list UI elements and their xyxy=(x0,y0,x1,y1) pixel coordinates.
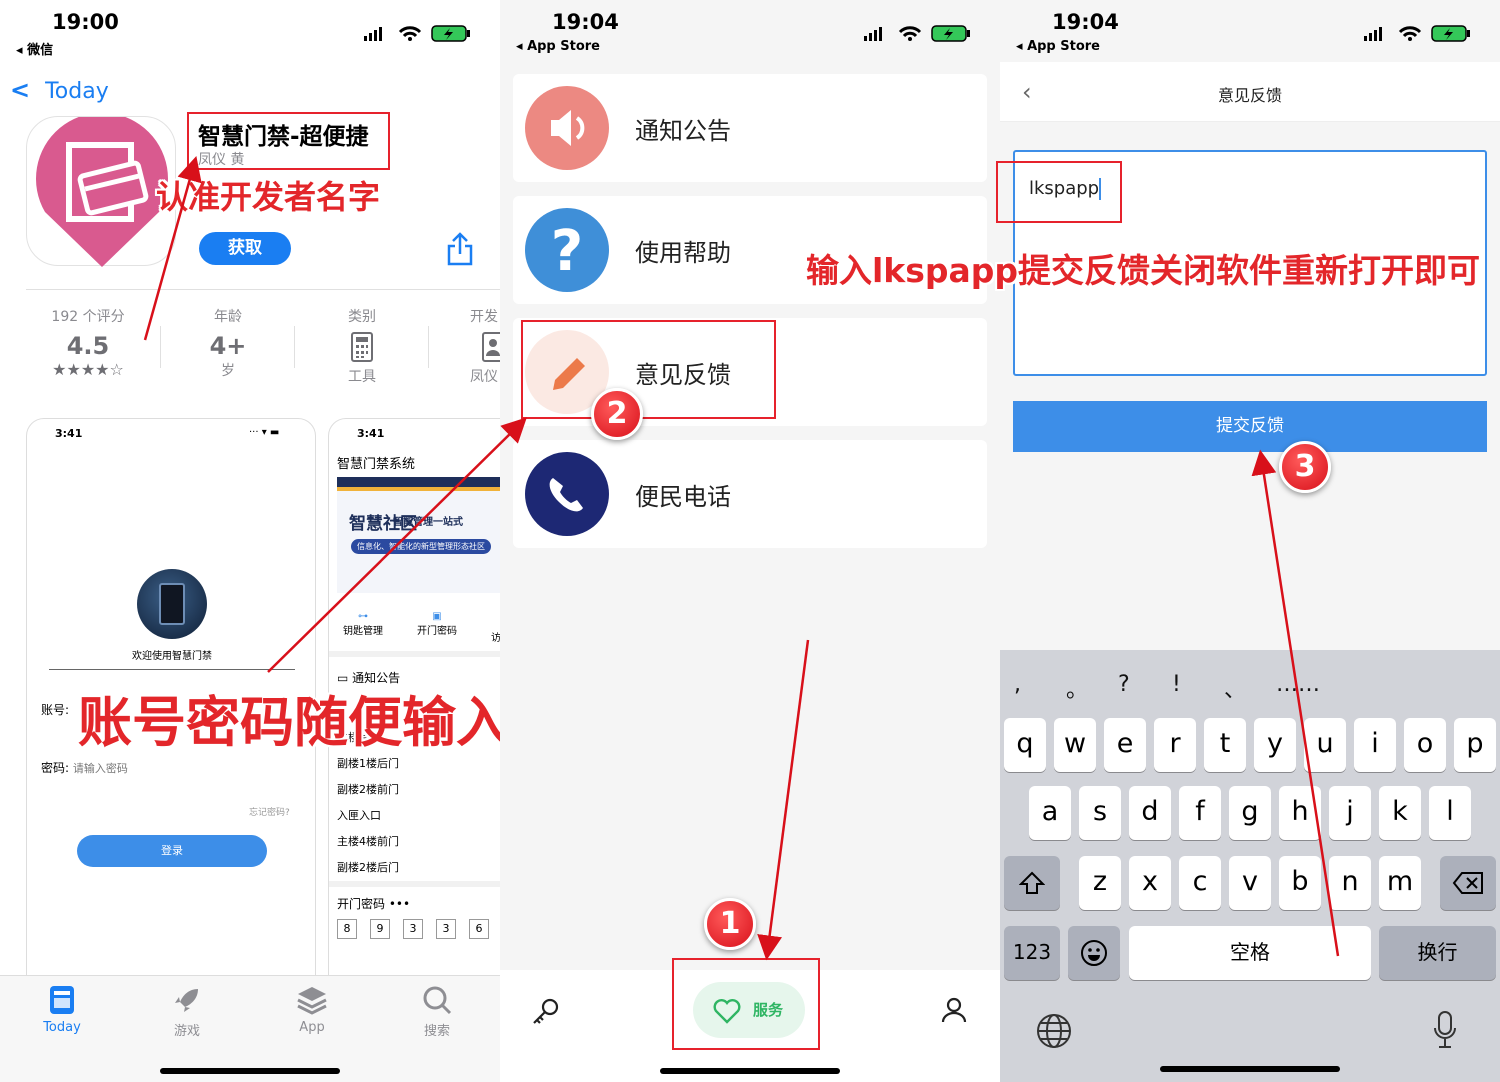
step-badge-3: 3 xyxy=(1279,441,1331,493)
step-badge-1: 1 xyxy=(704,898,756,950)
arrow-to-submit xyxy=(1251,449,1340,957)
step-badge-2: 2 xyxy=(591,388,643,440)
arrow-to-feedback xyxy=(267,417,527,673)
screenshot-collage: 19:00 ◂ 微信 < Today 智慧门禁-超便捷 凤仪 黄 认准开发者名字… xyxy=(0,0,1500,1082)
arrow-to-title xyxy=(143,155,202,341)
arrow-to-services-tab xyxy=(757,639,810,961)
